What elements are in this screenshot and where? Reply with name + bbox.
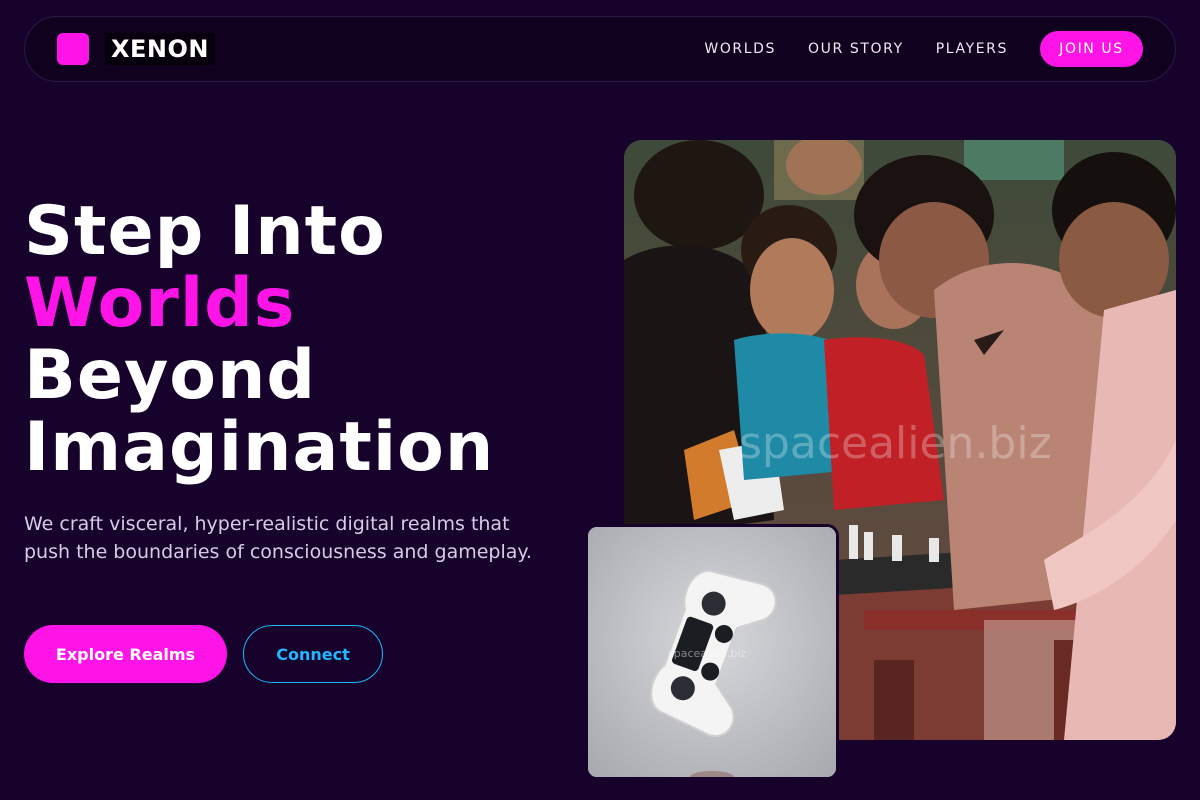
- logo-icon[interactable]: [57, 33, 89, 65]
- join-us-button[interactable]: JOIN US: [1040, 31, 1143, 67]
- navbar: XENON WORLDS OUR STORY PLAYERS JOIN US: [24, 16, 1176, 82]
- hero-title-line-4: Imagination: [24, 408, 495, 487]
- nav-link-players[interactable]: PLAYERS: [936, 41, 1008, 57]
- hero-inset-image: spacealien.biz: [585, 524, 839, 780]
- inset-watermark: spacealien.biz: [668, 647, 746, 660]
- nav-links: WORLDS OUR STORY PLAYERS JOIN US: [704, 31, 1143, 67]
- nav-link-worlds[interactable]: WORLDS: [704, 41, 776, 57]
- hero-title-accent: Worlds: [24, 264, 296, 343]
- hero-title: Step Into Worlds Beyond Imagination: [24, 196, 494, 484]
- nav-link-our-story[interactable]: OUR STORY: [808, 41, 904, 57]
- explore-realms-button[interactable]: Explore Realms: [24, 625, 227, 683]
- brand-name[interactable]: XENON: [105, 33, 215, 65]
- main-watermark: spacealien.biz: [739, 418, 1052, 469]
- hero-title-line-3: Beyond: [24, 336, 317, 415]
- game-controller-icon: spacealien.biz: [588, 527, 836, 777]
- connect-button[interactable]: Connect: [243, 625, 383, 683]
- hero-description: We craft visceral, hyper-realistic digit…: [24, 513, 532, 563]
- hero-title-line-1: Step Into: [24, 192, 386, 271]
